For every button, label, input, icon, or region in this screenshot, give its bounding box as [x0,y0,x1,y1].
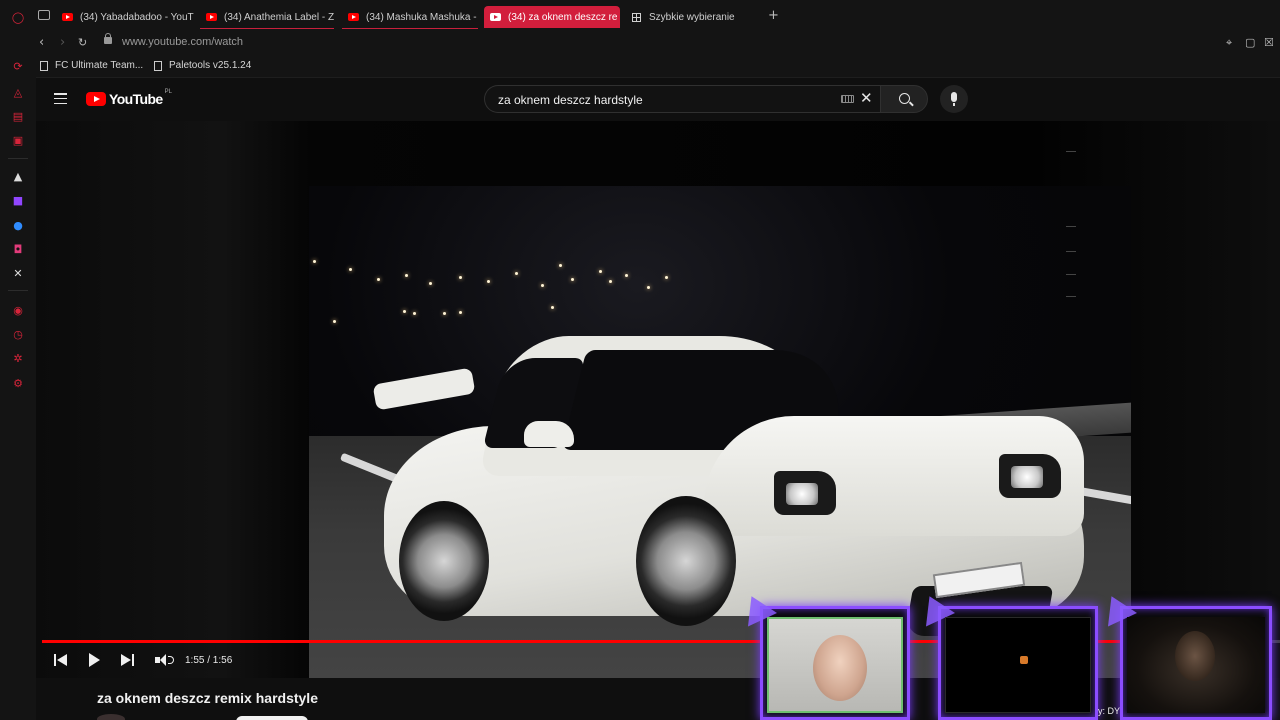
bookmark-label: FC Ultimate Team... [55,60,144,71]
video-player[interactable] [36,121,1280,678]
x-twitter-icon[interactable]: ✕ [10,265,26,281]
city-lights [309,256,689,326]
bookmark-label: Paletools v25.1.24 [169,60,252,71]
video-title: za oknem deszcz remix hardstyle [97,690,318,706]
tab-label: (34) Yabadabadoo - YouT [80,11,194,23]
decor-ticks [1066,146,1080,306]
url-field[interactable]: www.youtube.com/watch [122,36,243,48]
pinboard-icon[interactable]: ▣ [10,132,26,148]
bookmark-paletools[interactable]: Paletools v25.1.24 [154,60,251,71]
video-frame-car-image [309,186,1131,678]
tab-mashuka[interactable]: (34) Mashuka Mashuka - [342,6,478,28]
pin-icon[interactable]: ⌖ [1226,36,1232,50]
youtube-favicon-icon [62,13,73,21]
twitch-icon[interactable]: ■ [10,192,26,208]
tab-anathemia-label[interactable]: (34) Anathemia Label - Z [200,6,334,28]
tab-yabadabadoo[interactable]: (34) Yabadabadoo - YouT [56,6,194,28]
person [1175,631,1215,681]
reload-button[interactable]: ↻ [78,36,87,49]
forward-button[interactable]: › [60,35,65,50]
region-code: PL [164,89,172,95]
next-button[interactable] [121,651,134,669]
new-tab-button[interactable]: + [768,8,779,23]
messenger-icon[interactable]: ● [10,217,26,233]
youtube-favicon-icon [490,13,501,21]
tab-bar: (34) Yabadabadoo - YouT (34) Anathemia L… [36,0,1280,32]
keyboard-icon[interactable] [841,95,854,103]
opera-logo-icon[interactable]: ◯ [10,9,26,25]
volume-button[interactable] [155,651,174,669]
youtube-logo[interactable]: YouTube PL [86,89,172,107]
search-query-text: za oknem deszcz hardstyle [498,93,643,107]
channel-avatar[interactable] [97,714,125,720]
time-display: 1:55 / 1:56 [185,655,233,666]
webcam-overlay-2 [938,606,1098,720]
lock-icon [104,33,112,44]
youtube-favicon-icon [348,13,359,21]
address-bar: ‹ › ↻ www.youtube.com/watch ⌖ ▢ ☒ [36,32,1280,56]
subscribe-button[interactable] [236,716,308,720]
app-store-icon[interactable]: ▲ [10,168,26,184]
opera-sidebar: ◯ ⟳ ◬ ▤ ▣ ▲ ■ ● ◘ ✕ ◉ ◷ ✲ ⚙ [0,0,36,720]
tab-label: (34) Anathemia Label - Z [224,11,334,23]
overlay-caption: y: DY [1098,706,1121,716]
player-icon[interactable]: ◉ [10,302,26,318]
search-icon [899,93,910,104]
history-icon[interactable]: ◷ [10,326,26,342]
snapshot-icon[interactable]: ▢ [1245,36,1255,49]
youtube-header: YouTube PL za oknem deszcz hardstyle ✕ [36,79,1280,121]
bookmark-fc-ultimate-team[interactable]: FC Ultimate Team... [40,60,143,71]
tab-label: (34) Mashuka Mashuka - [366,11,477,23]
aria-icon[interactable]: ◬ [10,84,26,100]
tab-label: Szybkie wybieranie [649,11,735,23]
settings-gear-icon[interactable]: ⚙ [10,375,26,391]
refresh-feed-icon[interactable]: ⟳ [10,58,26,74]
webcam-overlay-3 [1120,606,1272,720]
webcam-overlay-1 [760,606,910,720]
tab-za-oknem-deszcz[interactable]: (34) za oknem deszcz re [484,6,620,28]
speed-dial-icon [632,12,641,22]
bookmark-page-icon [40,60,48,71]
play-button[interactable] [89,651,100,669]
workspaces-icon[interactable]: ▤ [10,108,26,124]
youtube-wordmark: YouTube [109,91,163,107]
previous-button[interactable] [54,651,67,669]
tab-label: (34) za oknem deszcz re [508,11,618,23]
search-input[interactable]: za oknem deszcz hardstyle ✕ [484,85,880,113]
bookmark-page-icon [154,60,162,71]
microphone-icon [951,92,957,106]
close-window-icon[interactable]: ☒ [1264,36,1274,49]
extensions-icon[interactable]: ✲ [10,350,26,366]
youtube-favicon-icon [206,13,217,21]
instagram-icon[interactable]: ◘ [10,241,26,257]
tab-menu-icon[interactable] [38,10,50,20]
back-button[interactable]: ‹ [39,35,44,50]
tab-speed-dial[interactable]: Szybkie wybieranie [626,6,756,28]
youtube-play-logo-icon [86,92,106,106]
bookmarks-bar: FC Ultimate Team... Paletools v25.1.24 [36,56,1280,78]
face [813,635,867,701]
clear-search-icon[interactable]: ✕ [860,89,873,107]
search-button[interactable] [880,85,928,113]
menu-hamburger-icon[interactable] [54,93,67,105]
voice-search-button[interactable] [940,85,968,113]
